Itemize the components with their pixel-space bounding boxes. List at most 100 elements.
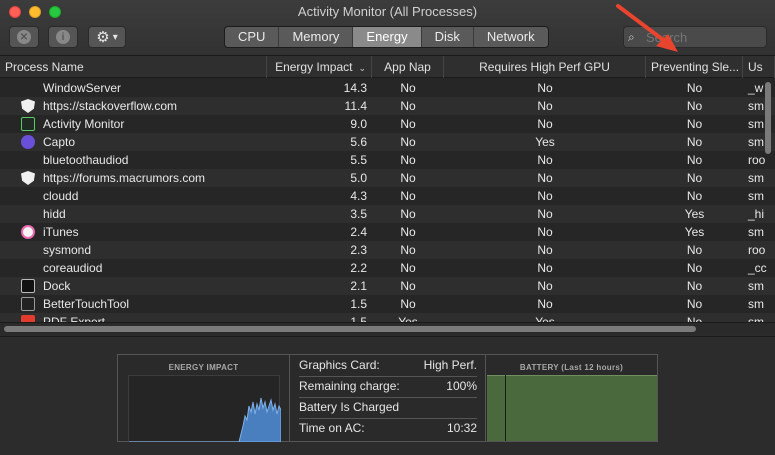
none-icon xyxy=(21,261,35,275)
action-menu-button[interactable]: ⚙ ▾ xyxy=(88,26,126,48)
stat-value: 100% xyxy=(446,379,477,393)
cell-app-nap: No xyxy=(400,189,416,203)
cell-user: sm xyxy=(748,189,764,203)
quit-process-button[interactable]: ✕ xyxy=(9,26,39,48)
stat-label: Remaining charge: xyxy=(299,379,400,393)
energy-impact-label: ENERGY IMPACT xyxy=(168,363,239,372)
cell-energy-impact: 5.5 xyxy=(350,153,367,167)
cell-energy-impact: 2.2 xyxy=(350,261,367,275)
cell-energy-impact: 14.3 xyxy=(343,81,367,95)
process-name: sysmond xyxy=(43,243,92,257)
sort-descending-icon: ⌄ xyxy=(358,63,366,73)
inspect-process-button[interactable]: i xyxy=(48,26,78,48)
itunes-icon xyxy=(21,225,35,239)
stat-graphics-card: Graphics Card: High Perf. xyxy=(299,355,477,375)
cell-requires-gpu: No xyxy=(537,207,553,221)
column-requires-gpu[interactable]: Requires High Perf GPU xyxy=(444,56,646,78)
none-icon xyxy=(21,81,35,95)
cell-process-name: https://stackoverflow.com xyxy=(0,97,267,115)
stat-value: High Perf. xyxy=(423,358,477,372)
table-row[interactable]: hidd 3.5 No No Yes _hi xyxy=(0,205,775,223)
tab-disk[interactable]: Disk xyxy=(422,27,474,47)
table-row[interactable]: Dock 2.1 No No No sm xyxy=(0,277,775,295)
tab-memory[interactable]: Memory xyxy=(279,27,354,47)
cell-app-nap: No xyxy=(400,261,416,275)
process-name: WindowServer xyxy=(43,81,122,95)
cell-process-name: cloudd xyxy=(0,187,267,205)
process-name: Dock xyxy=(43,279,71,293)
table-row[interactable]: bluetoothaudiod 5.5 No No No roo xyxy=(0,151,775,169)
window-title: Activity Monitor (All Processes) xyxy=(297,4,478,19)
table-row[interactable]: sysmond 2.3 No No No roo xyxy=(0,241,775,259)
stat-value: 10:32 xyxy=(446,421,477,435)
table-row[interactable]: coreaudiod 2.2 No No No _cc xyxy=(0,259,775,277)
column-energy-impact[interactable]: Energy Impact ⌄ xyxy=(267,56,372,78)
tab-cpu[interactable]: CPU xyxy=(225,27,280,47)
cell-app-nap: No xyxy=(400,225,416,239)
cell-user: _hi xyxy=(748,207,765,221)
stats-section: Graphics Card: High Perf. Remaining char… xyxy=(291,355,485,441)
cell-preventing-sleep: No xyxy=(686,117,703,131)
process-name: cloudd xyxy=(43,189,79,203)
summary-box: ENERGY IMPACT Graphics Card: High Perf. … xyxy=(117,354,658,443)
tab-network[interactable]: Network xyxy=(474,27,548,47)
dock-icon xyxy=(21,279,35,293)
table-row[interactable]: iTunes 2.4 No No Yes sm xyxy=(0,223,775,241)
column-process-name[interactable]: Process Name xyxy=(0,56,267,78)
cell-preventing-sleep: No xyxy=(686,153,703,167)
cell-preventing-sleep: No xyxy=(686,243,703,257)
stat-label: Time on AC: xyxy=(299,421,365,435)
search-field[interactable]: ⌕ xyxy=(623,26,767,48)
horizontal-scrollbar[interactable] xyxy=(4,326,696,332)
cell-requires-gpu: No xyxy=(537,171,553,185)
cell-requires-gpu: No xyxy=(537,297,553,311)
cell-preventing-sleep: No xyxy=(686,81,703,95)
cell-user: sm xyxy=(748,171,764,185)
process-name: coreaudiod xyxy=(43,261,103,275)
none-icon xyxy=(21,189,35,203)
cell-energy-impact: 2.4 xyxy=(350,225,367,239)
table-row[interactable]: Activity Monitor 9.0 No No No sm xyxy=(0,115,775,133)
column-app-nap[interactable]: App Nap xyxy=(372,56,444,78)
table-row[interactable]: https://stackoverflow.com 11.4 No No No sm xyxy=(0,97,775,115)
cell-app-nap: No xyxy=(400,81,416,95)
cell-process-name: WindowServer xyxy=(0,79,267,97)
cell-app-nap: No xyxy=(400,99,416,113)
chevron-down-icon: ▾ xyxy=(112,31,118,43)
cell-app-nap: No xyxy=(400,153,416,167)
cell-user: sm xyxy=(748,279,764,293)
table-row[interactable]: https://forums.macrumors.com 5.0 No No No sm xyxy=(0,169,775,187)
cell-energy-impact: 4.3 xyxy=(350,189,367,203)
cell-preventing-sleep: No xyxy=(686,171,703,185)
info-circle-icon: i xyxy=(56,30,70,44)
cell-energy-impact: 2.1 xyxy=(350,279,367,293)
table-body: WindowServer 14.3 No No No _w https://stackove… xyxy=(0,79,775,331)
cell-app-nap: No xyxy=(400,207,416,221)
vertical-scrollbar[interactable] xyxy=(765,82,771,154)
cell-user: roo xyxy=(748,153,766,167)
cell-requires-gpu: No xyxy=(537,117,553,131)
cell-process-name: https://forums.macrumors.com xyxy=(0,169,267,187)
toolbar: Activity Monitor (All Processes) ✕ i ⚙ ▾… xyxy=(0,0,775,56)
cell-energy-impact: 5.0 xyxy=(350,171,367,185)
cell-user: sm xyxy=(748,297,764,311)
shield-icon xyxy=(21,99,35,113)
shield-icon xyxy=(21,171,35,185)
table-row[interactable]: Capto 5.6 No Yes No sm xyxy=(0,133,775,151)
table-row[interactable]: cloudd 4.3 No No No sm xyxy=(0,187,775,205)
column-preventing-sleep[interactable]: Preventing Sle... xyxy=(646,56,743,78)
cell-process-name: Dock xyxy=(0,277,267,295)
column-user[interactable]: Us xyxy=(743,56,775,78)
cell-app-nap: No xyxy=(400,243,416,257)
process-name: iTunes xyxy=(43,225,79,239)
stat-remaining-charge: Remaining charge: 100% xyxy=(299,376,477,396)
process-name: BetterTouchTool xyxy=(43,297,130,311)
cell-process-name: sysmond xyxy=(0,241,267,259)
cell-app-nap: No xyxy=(400,171,416,185)
tab-energy[interactable]: Energy xyxy=(353,27,422,47)
search-input[interactable] xyxy=(646,29,756,45)
cell-user: roo xyxy=(748,243,766,257)
battery-section: BATTERY (Last 12 hours) xyxy=(485,355,657,441)
table-row[interactable]: BetterTouchTool 1.5 No No No sm xyxy=(0,295,775,313)
table-row[interactable]: WindowServer 14.3 No No No _w xyxy=(0,79,775,97)
